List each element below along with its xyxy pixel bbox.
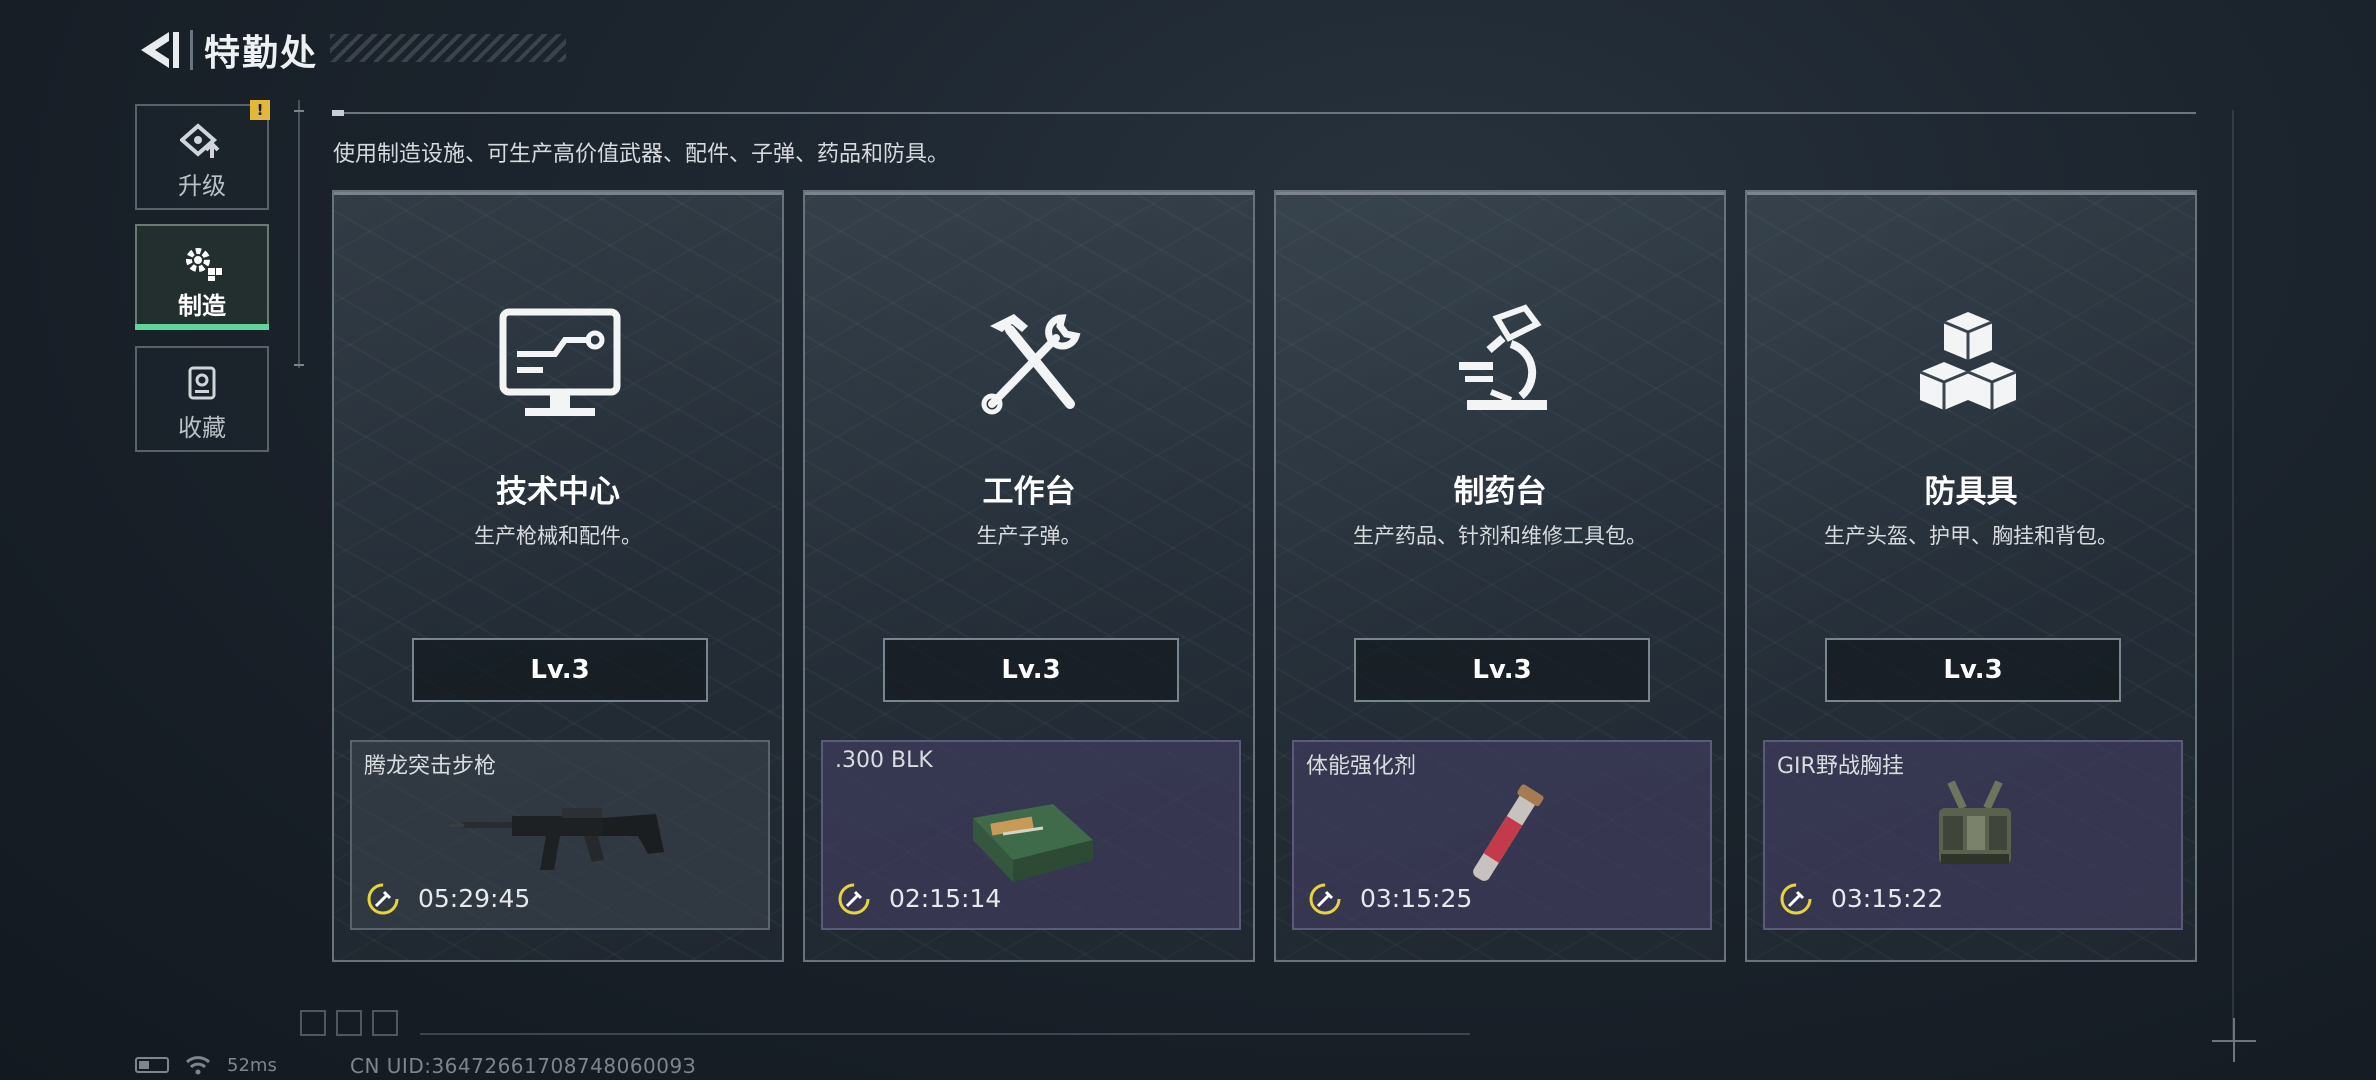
sidebar-item-upgrade[interactable]: 升级 <box>135 104 269 210</box>
hammer-wrench-icon <box>981 314 1081 415</box>
crafting-timer: 03:15:22 <box>1831 884 1944 913</box>
facility-subtitle: 生产枪械和配件。 <box>474 524 642 548</box>
facility-title: 工作台 <box>982 474 1076 510</box>
page-title: 特勤处 <box>204 33 319 74</box>
facility-subtitle: 生产子弹。 <box>976 524 1082 548</box>
sidebar-item-collection[interactable]: 收藏 <box>135 346 269 452</box>
facility-subtitle: 生产头盔、护甲、胸挂和背包。 <box>1824 524 2118 548</box>
facility-title: 防具具 <box>1924 474 2018 510</box>
title-divider <box>190 30 193 70</box>
sidebar-item-label: 收藏 <box>178 414 226 442</box>
bottom-divider <box>420 1033 1470 1035</box>
collection-icon <box>188 366 216 400</box>
facility-title: 制药台 <box>1453 474 1547 510</box>
user-uid: CN UID:3647266170874806009З <box>350 1054 697 1078</box>
crafting-slot[interactable]: GIR野战胸挂 03:15:22 <box>1763 740 2183 930</box>
crafting-slot[interactable]: 体能强化剂 03:15:25 <box>1292 740 1712 930</box>
crafting-timer: 05:29:45 <box>418 884 531 913</box>
crafting-timer: 03:15:25 <box>1360 884 1473 913</box>
timer-icon <box>838 883 870 915</box>
active-tab-indicator <box>135 324 269 330</box>
sidebar-rail <box>298 100 300 368</box>
crafting-item-name: GIR野战胸挂 <box>1777 754 1904 779</box>
crafting-item-name: 腾龙突击步枪 <box>364 754 497 779</box>
syringe-icon <box>1473 784 1544 881</box>
chest-rig-icon <box>1939 780 2011 864</box>
crafting-item-name: 体能强化剂 <box>1306 754 1417 779</box>
microscope-icon <box>1459 304 1547 410</box>
rifle-icon <box>450 808 664 870</box>
alert-badge: ! <box>250 100 270 120</box>
facility-level[interactable]: Lv.3 <box>1825 638 2121 702</box>
facility-title: 技术中心 <box>496 474 620 510</box>
facility-card-armor[interactable]: 防具具 生产头盔、护甲、胸挂和背包。 Lv.3 GIR野战胸挂 03:15:22 <box>1745 190 2197 962</box>
facility-card-workbench[interactable]: 工作台 生产子弹。 Lv.3 .300 BLK 02:15:14 <box>803 190 1255 962</box>
status-bar: 52ms <box>135 1054 277 1076</box>
crafting-slot[interactable]: .300 BLK 02:15:14 <box>821 740 1241 930</box>
section-description: 使用制造设施、可生产高价值武器、配件、子弹、药品和防具。 <box>333 142 950 167</box>
facility-level[interactable]: Lv.3 <box>1354 638 1650 702</box>
divider-marker <box>332 110 344 116</box>
gear-icon <box>186 248 222 281</box>
edge-decoration <box>2232 110 2234 1040</box>
back-arrow-icon <box>141 32 179 68</box>
battery-icon <box>135 1057 169 1073</box>
crafting-timer: 02:15:14 <box>889 884 1002 913</box>
timer-icon <box>1309 883 1341 915</box>
armor-blocks-icon <box>1919 312 2017 410</box>
facility-level[interactable]: Lv.3 <box>412 638 708 702</box>
section-divider <box>332 112 2196 114</box>
facility-card-pharmacy[interactable]: 制药台 生产药品、针剂和维修工具包。 Lv.3 体能强化剂 03:15:25 <box>1274 190 1726 962</box>
wifi-icon <box>185 1056 211 1075</box>
computer-icon <box>499 308 621 416</box>
timer-icon <box>1780 883 1812 915</box>
facility-card-tech-center[interactable]: 技术中心 生产枪械和配件。 Lv.3 腾龙突击步枪 05:29:45 <box>332 190 784 962</box>
sidebar-item-label: 制造 <box>178 292 226 320</box>
sidebar-item-label: 升级 <box>178 172 226 200</box>
bottom-decoration <box>300 1010 408 1040</box>
ping-value: 52ms <box>227 1054 277 1076</box>
ammo-box-icon <box>973 804 1093 882</box>
back-button[interactable] <box>135 28 183 72</box>
rail-tick <box>294 364 304 366</box>
rail-tick <box>294 110 304 112</box>
crafting-slot[interactable]: 腾龙突击步枪 05:29:45 <box>350 740 770 930</box>
timer-icon <box>367 883 399 915</box>
facility-level[interactable]: Lv.3 <box>883 638 1179 702</box>
crosshair-decoration <box>2233 1018 2235 1062</box>
sidebar-item-craft[interactable]: 制造 <box>135 224 269 330</box>
title-decoration <box>330 34 566 62</box>
upgrade-icon <box>180 123 220 158</box>
facility-subtitle: 生产药品、针剂和维修工具包。 <box>1353 524 1647 548</box>
crafting-item-name: .300 BLK <box>835 748 933 773</box>
